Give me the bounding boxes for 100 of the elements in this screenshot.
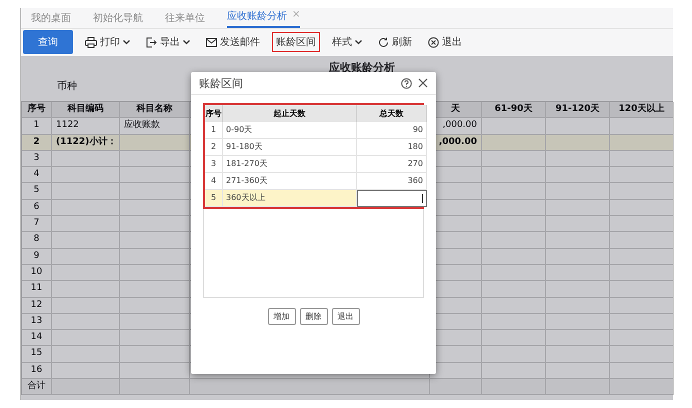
table-cell — [52, 281, 120, 298]
column-header: 起止天数 — [223, 105, 357, 122]
table-cell — [52, 216, 120, 232]
table-cell — [482, 248, 546, 265]
table-cell — [52, 183, 120, 200]
table-cell — [482, 330, 546, 346]
table-cell — [52, 248, 120, 265]
table-cell — [482, 346, 546, 363]
toolbar-button[interactable]: 账龄区间 — [272, 32, 320, 52]
table-cell — [482, 118, 546, 135]
table-cell — [546, 346, 610, 363]
table-cell — [610, 167, 674, 184]
table-cell — [52, 314, 120, 330]
table-cell — [482, 379, 546, 396]
table-cell: 合计 — [22, 379, 52, 396]
close-circle-icon — [428, 36, 439, 48]
table-cell: 3 — [22, 150, 52, 168]
table-cell: 11 — [22, 281, 52, 298]
dialog-button[interactable]: 删除 — [300, 308, 328, 325]
table-cell — [52, 362, 120, 380]
table-cell[interactable]: 360 — [357, 173, 427, 190]
column-header: 91-120天 — [546, 102, 610, 118]
table-cell — [482, 264, 546, 282]
toolbar-button[interactable]: 刷新 — [374, 32, 416, 52]
table-cell[interactable]: 181-270天 — [223, 156, 357, 173]
dialog-title: 账龄区间 — [199, 76, 244, 90]
table-cell — [546, 281, 610, 298]
table-cell — [610, 281, 674, 298]
table-cell — [610, 150, 674, 168]
toolbar-button[interactable]: 导出 — [142, 32, 194, 52]
table-cell: 16 — [22, 362, 52, 380]
refresh-icon — [378, 36, 389, 48]
table-cell[interactable]: 91-180天 — [223, 139, 357, 156]
table-cell — [482, 200, 546, 216]
table-cell — [482, 298, 546, 314]
toolbar-button[interactable]: 样式 — [328, 32, 366, 52]
table-cell — [482, 362, 546, 380]
table-cell — [482, 216, 546, 232]
table-cell: 14 — [22, 330, 52, 346]
table-cell: 4 — [22, 167, 52, 184]
table-cell — [610, 264, 674, 282]
column-header: 序号 — [205, 105, 223, 122]
table-cell — [610, 346, 674, 363]
table-cell — [546, 216, 610, 232]
table-cell: 5 — [22, 183, 52, 200]
table-cell[interactable]: 360天以上 — [223, 190, 357, 207]
table-cell — [482, 134, 546, 151]
dialog-button[interactable]: 增加 — [268, 308, 296, 325]
table-cell — [610, 362, 674, 380]
help-icon[interactable] — [401, 78, 412, 88]
table-cell[interactable]: 270 — [357, 156, 427, 173]
column-header: 61-90天 — [482, 102, 546, 118]
toolbar-button[interactable]: 打印 — [81, 32, 134, 52]
table-cell: 10 — [22, 264, 52, 282]
caret-icon — [183, 40, 190, 44]
table-cell: 2 — [22, 134, 52, 151]
column-header: 总天数 — [357, 105, 427, 122]
table-cell — [482, 281, 546, 298]
table-cell: 8 — [22, 232, 52, 249]
toolbar-button[interactable]: 退出 — [424, 32, 466, 52]
table-cell — [52, 167, 120, 184]
table-cell: 5 — [205, 190, 223, 207]
table-cell — [610, 216, 674, 232]
close-icon[interactable] — [418, 78, 428, 88]
table-cell — [52, 379, 120, 396]
table-cell — [610, 330, 674, 346]
column-header: 科目编码 — [52, 102, 120, 118]
table-cell — [610, 298, 674, 314]
table-cell — [610, 232, 674, 249]
table-cell: 7 — [22, 216, 52, 232]
table-cell: 1122 — [52, 118, 120, 135]
table-cell — [546, 150, 610, 168]
table-cell — [482, 183, 546, 200]
column-header: 序号 — [22, 102, 52, 118]
mail-icon — [206, 36, 217, 48]
table-cell[interactable]: 180 — [357, 139, 427, 156]
table-cell: 1 — [205, 122, 223, 139]
table-cell — [482, 150, 546, 168]
table-cell — [546, 264, 610, 282]
query-button[interactable]: 查询 — [23, 30, 73, 54]
tab[interactable]: 应收账龄分析 × — [227, 9, 300, 28]
table-cell — [546, 330, 610, 346]
export-icon — [146, 36, 157, 48]
table-cell — [52, 200, 120, 216]
input-field[interactable] — [357, 190, 427, 207]
dialog-button[interactable]: 退出 — [332, 308, 360, 325]
table-cell — [546, 200, 610, 216]
table-cell[interactable]: 271-360天 — [223, 173, 357, 190]
column-header: 科目名称 — [120, 102, 190, 118]
table-cell — [546, 298, 610, 314]
toolbar-button[interactable]: 发送邮件 — [202, 32, 264, 52]
caret-icon — [355, 40, 362, 44]
table-cell — [610, 200, 674, 216]
table-cell[interactable]: 0-90天 — [223, 122, 357, 139]
column-header: 120天以上 — [610, 102, 674, 118]
table-cell: 应收账款 — [120, 118, 190, 135]
table-cell — [610, 314, 674, 330]
table-cell — [610, 118, 674, 135]
table-cell[interactable]: 90 — [357, 122, 427, 139]
table-cell: 6 — [22, 200, 52, 216]
